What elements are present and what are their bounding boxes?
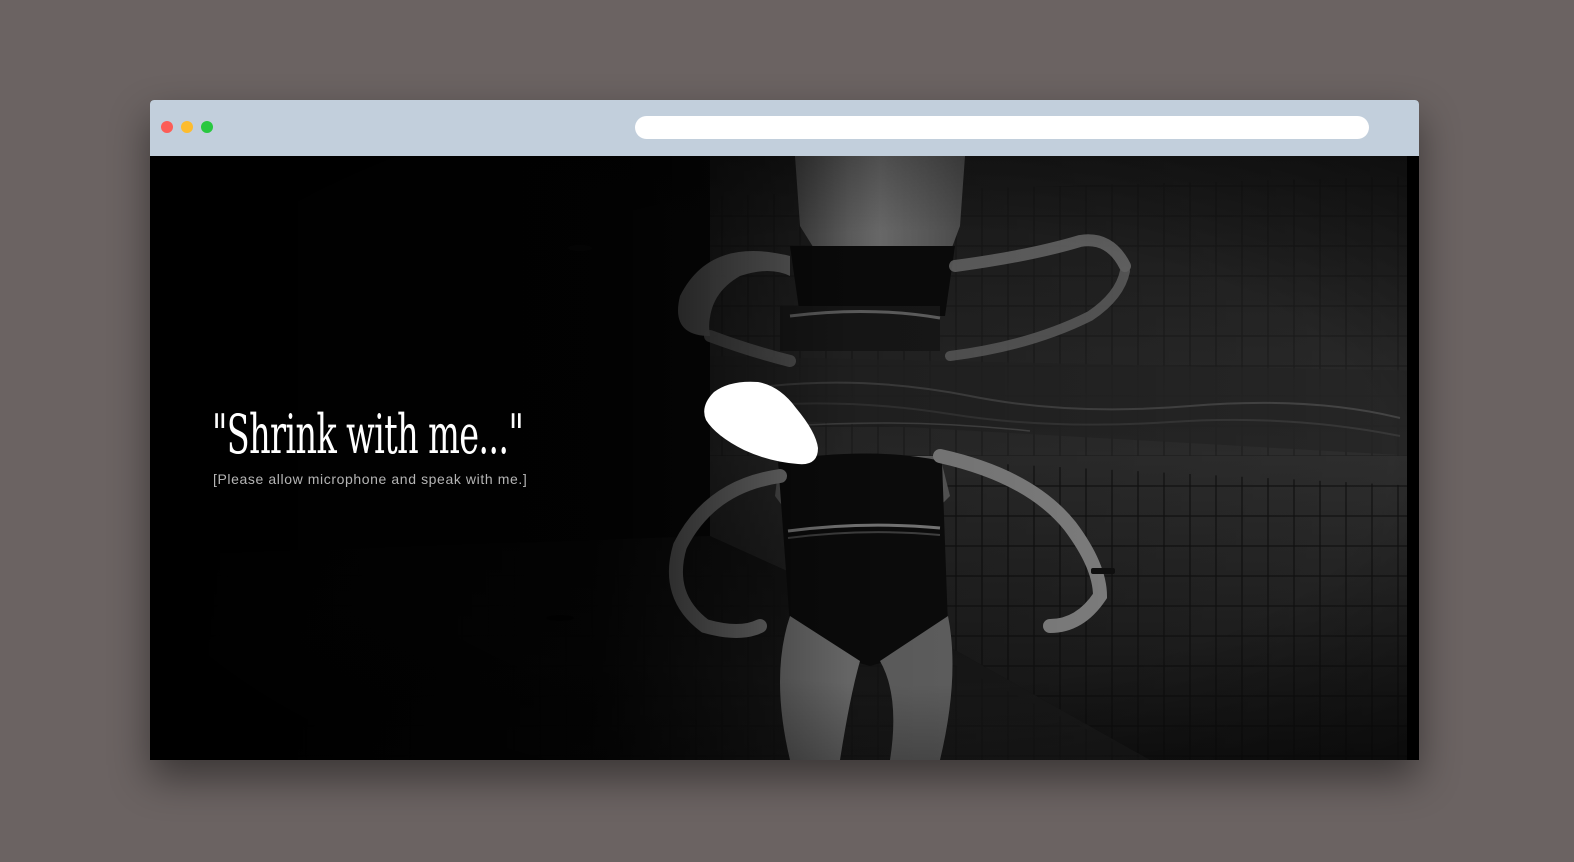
- close-window-button[interactable]: [161, 121, 173, 133]
- minimize-window-button[interactable]: [181, 121, 193, 133]
- address-bar[interactable]: [635, 116, 1369, 139]
- microphone-instruction: [Please allow microphone and speak with …: [213, 471, 528, 487]
- page-content: "Shrink with me..." [Please allow microp…: [150, 156, 1419, 760]
- browser-titlebar: [150, 100, 1419, 156]
- maximize-window-button[interactable]: [201, 121, 213, 133]
- white-blob-shape[interactable]: [700, 378, 822, 468]
- page-title: "Shrink with me...": [212, 403, 524, 466]
- browser-window: "Shrink with me..." [Please allow microp…: [150, 100, 1419, 760]
